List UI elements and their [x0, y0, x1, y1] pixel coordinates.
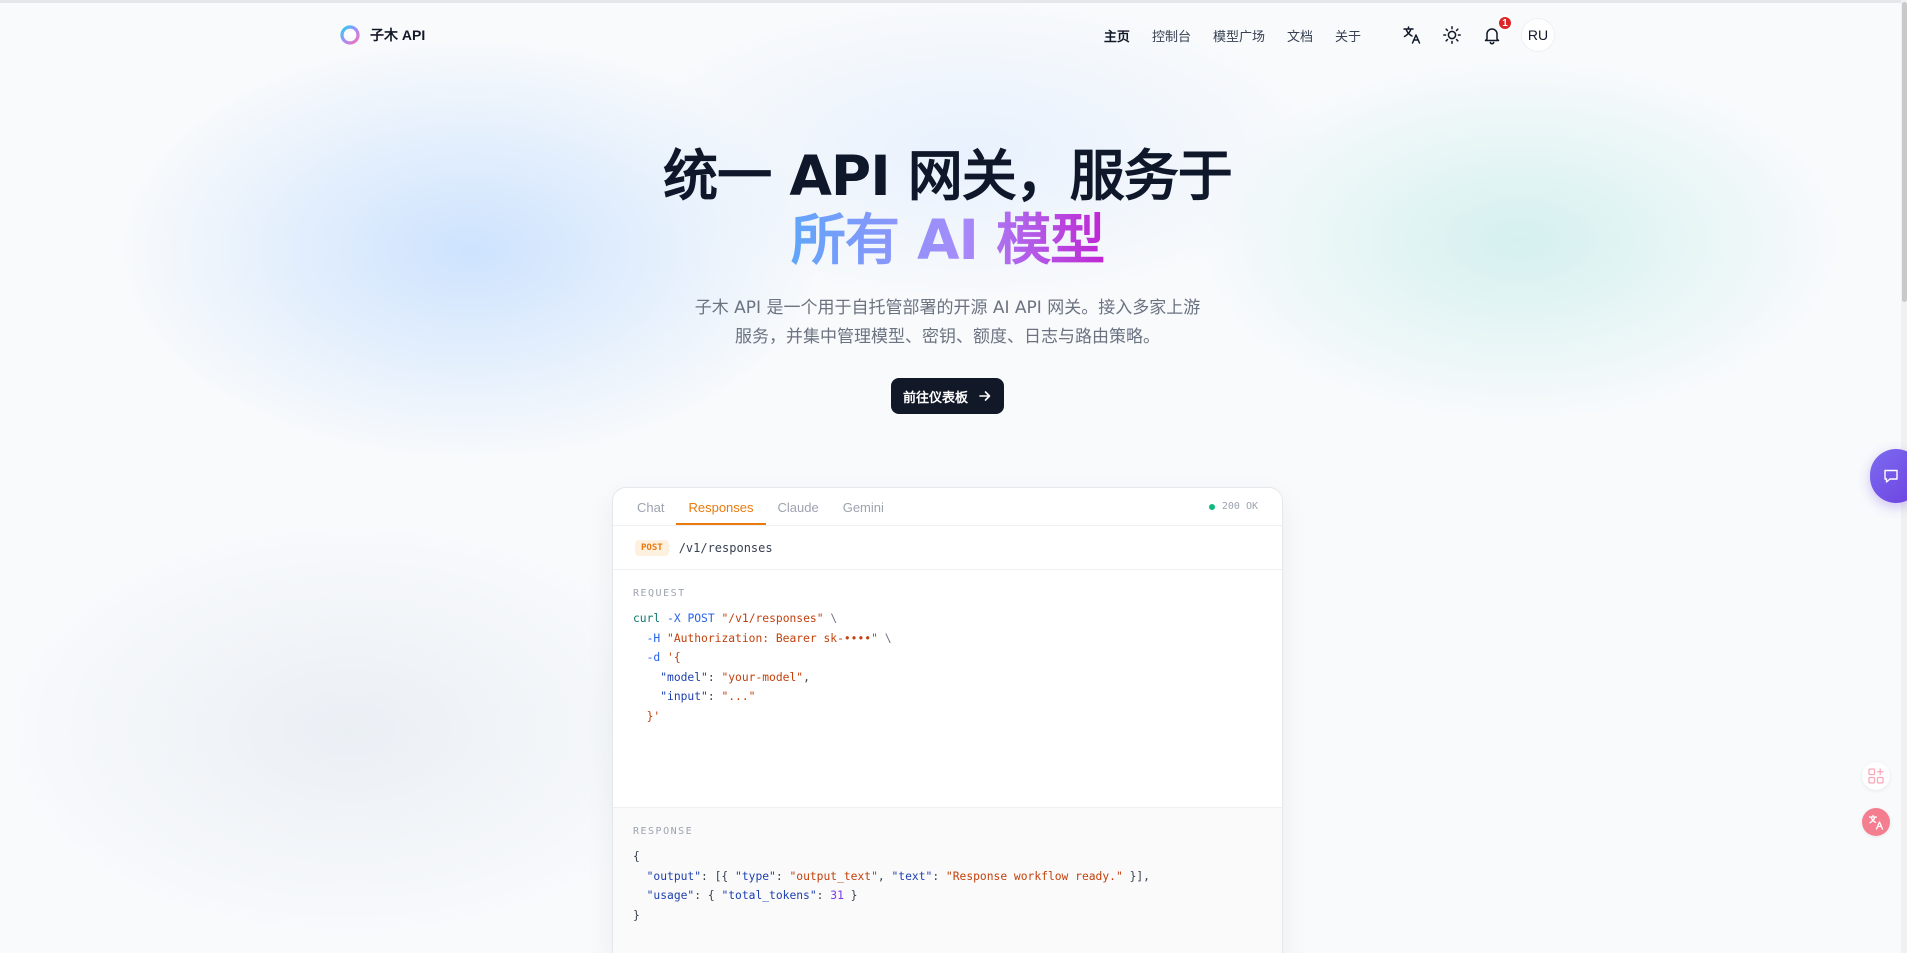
endpoint-row: POST /v1/responses	[613, 526, 1282, 570]
floating-widget-button[interactable]	[1862, 762, 1890, 790]
hero-title-line1: 统一 API 网关，服务于	[663, 144, 1233, 208]
theme-toggle-button[interactable]	[1441, 24, 1463, 46]
response-section: RESPONSE { "output": [{ "type": "output_…	[613, 807, 1282, 953]
hero-title: 统一 API 网关，服务于 所有 AI 模型	[0, 144, 1895, 272]
nav-home[interactable]: 主页	[1104, 26, 1130, 45]
endpoint-path: /v1/responses	[678, 540, 773, 555]
notification-count-badge: 1	[1497, 15, 1513, 31]
response-code: { "output": [{ "type": "output_text", "t…	[633, 850, 1150, 922]
hero-description: 子木 API 是一个用于自托管部署的开源 AI API 网关。接入多家上游服务，…	[694, 298, 1201, 347]
floating-translate-button[interactable]	[1862, 808, 1890, 836]
tab-responses[interactable]: Responses	[676, 500, 766, 525]
tab-gemini[interactable]: Gemini	[831, 500, 896, 525]
sun-icon	[1443, 26, 1461, 44]
hero-title-line2: 所有 AI 模型	[790, 208, 1105, 272]
nav-model-square[interactable]: 模型广场	[1213, 26, 1265, 45]
nav-about[interactable]: 关于	[1335, 26, 1361, 45]
request-label: REQUEST	[633, 588, 686, 599]
language-button[interactable]	[1401, 24, 1423, 46]
notifications-button[interactable]: 1	[1481, 15, 1513, 46]
response-label: RESPONSE	[633, 826, 694, 837]
request-section: REQUEST curl -X POST "/v1/responses" \ -…	[613, 570, 1282, 807]
go-to-dashboard-button[interactable]: 前往仪表板	[890, 378, 1004, 414]
method-badge: POST	[635, 539, 669, 556]
tab-chat[interactable]: Chat	[637, 500, 676, 525]
request-code: curl -X POST "/v1/responses" \ -H "Autho…	[633, 612, 892, 723]
arrow-right-icon	[979, 391, 991, 401]
apps-add-icon	[1868, 768, 1884, 784]
brand[interactable]: 子木 API	[340, 25, 425, 45]
status-indicator: 200 OK	[1208, 501, 1258, 512]
api-tabs: Chat Responses Claude Gemini 200 OK	[613, 488, 1282, 526]
user-avatar[interactable]: RU	[1521, 18, 1555, 52]
top-navbar: 子木 API 主页 控制台 模型广场 文档 关于 1 RU	[340, 15, 1555, 52]
nav-docs[interactable]: 文档	[1287, 26, 1313, 45]
brand-logo-icon	[340, 25, 360, 45]
chat-bubble-icon	[1884, 469, 1898, 483]
header-tools: 1 RU	[1401, 15, 1555, 52]
hero-section: 统一 API 网关，服务于 所有 AI 模型 子木 API 是一个用于自托管部署…	[0, 144, 1895, 414]
status-dot	[1208, 503, 1215, 510]
scrollbar-thumb[interactable]	[1902, 2, 1907, 302]
window-top-edge	[0, 0, 1907, 3]
translate-icon	[1403, 26, 1421, 44]
status-text: 200 OK	[1221, 501, 1258, 512]
nav-console[interactable]: 控制台	[1152, 26, 1191, 45]
main-nav: 主页 控制台 模型广场 文档 关于	[1104, 26, 1361, 45]
cta-label: 前往仪表板	[902, 390, 968, 406]
brand-name: 子木 API	[370, 27, 426, 43]
translate-icon	[1868, 814, 1884, 830]
api-demo-card: Chat Responses Claude Gemini 200 OK POST…	[612, 487, 1283, 953]
tab-claude[interactable]: Claude	[766, 500, 831, 525]
